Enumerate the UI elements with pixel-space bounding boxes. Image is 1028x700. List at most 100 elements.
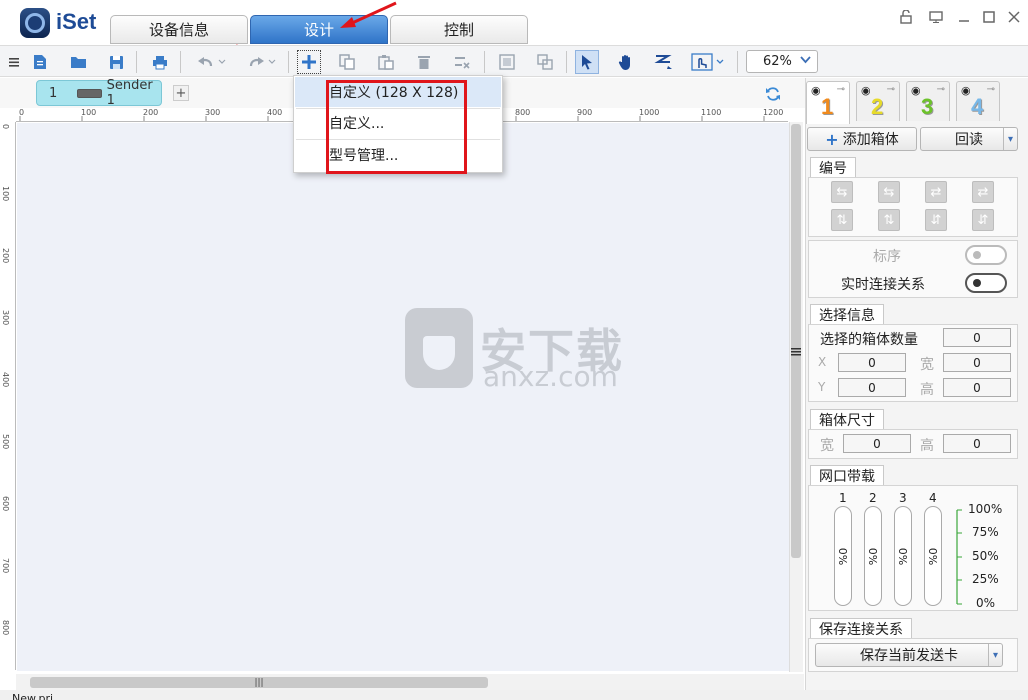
load-scale-axis — [956, 509, 962, 605]
new-file-icon[interactable] — [28, 50, 52, 74]
eye-icon[interactable]: ◉ — [961, 84, 971, 97]
ruler-label: 600 — [1, 496, 10, 512]
select-pointer-icon[interactable] — [575, 50, 599, 74]
add-box-button-label: 添加箱体 — [842, 132, 899, 148]
readback-button[interactable]: 回读 ▾ — [920, 127, 1018, 151]
section-selection-info: 选择信息 — [810, 304, 884, 324]
horizontal-scroll-thumb[interactable]: ||| — [30, 677, 488, 688]
numbering-pattern-icon[interactable]: ⇅ — [878, 209, 900, 231]
pin-icon[interactable]: ⊸ — [837, 84, 845, 95]
panel-tab-1[interactable]: ◉ ⊸ 1 — [806, 81, 850, 124]
panel-tab-2[interactable]: ◉ ⊸ 2 — [856, 81, 900, 121]
order-label: 标序 — [873, 249, 901, 265]
numbering-pattern-icon[interactable]: ⇆ — [831, 181, 853, 203]
undo-icon[interactable] — [194, 50, 230, 74]
section-port-bandwidth: 网口带载 — [810, 465, 884, 485]
panel-tab-4[interactable]: ◉ ⊸ 4 — [956, 81, 1000, 121]
sender-tab-label: Sender 1 — [106, 78, 153, 108]
save-sender-card-select[interactable]: 保存当前发送卡 ▾ — [815, 643, 1003, 667]
chevron-down-icon[interactable]: ▾ — [988, 644, 1002, 666]
readback-button-label: 回读 — [955, 132, 983, 148]
sender-card-icon — [77, 88, 102, 98]
menu-icon[interactable] — [2, 50, 26, 74]
monitor-icon[interactable] — [927, 8, 945, 26]
numbering-pattern-icon[interactable]: ⇆ — [878, 181, 900, 203]
scale-label: 100% — [968, 502, 1003, 516]
box-height-field[interactable]: 0 — [943, 434, 1011, 453]
app-logo-icon — [20, 8, 50, 38]
vertical-scroll-thumb[interactable] — [791, 124, 801, 558]
app-name: iSet — [56, 9, 97, 34]
numbering-pattern-icon[interactable]: ⇵ — [925, 209, 947, 231]
maximize-icon[interactable] — [980, 8, 998, 26]
minimize-icon[interactable] — [955, 8, 973, 26]
add-sender-tab-button[interactable]: + — [173, 85, 189, 101]
pin-icon[interactable]: ⊸ — [987, 84, 995, 95]
tab-control[interactable]: 控制 — [390, 15, 528, 44]
eye-icon[interactable]: ◉ — [861, 84, 871, 97]
live-connection-toggle[interactable] — [965, 273, 1007, 293]
numbering-pattern-icon[interactable]: ⇄ — [925, 181, 947, 203]
splitter-grip-icon[interactable] — [791, 345, 801, 356]
add-box-button[interactable]: + 添加箱体 — [807, 127, 917, 151]
print-icon[interactable] — [148, 50, 172, 74]
connect-line-icon[interactable] — [651, 50, 675, 74]
sender-tab[interactable]: 1 Sender 1 — [36, 78, 162, 108]
copy-icon[interactable] — [335, 50, 359, 74]
ruler-label: 200 — [143, 108, 159, 117]
design-canvas[interactable] — [17, 123, 789, 671]
ruler-label: 0 — [1, 124, 10, 130]
pin-icon[interactable]: ⊸ — [887, 84, 895, 95]
eye-icon[interactable]: ◉ — [911, 84, 921, 97]
box-height-label: 高 — [920, 438, 934, 454]
port-load-value: 0% — [896, 547, 910, 565]
save-sender-card-label: 保存当前发送卡 — [860, 648, 958, 664]
watermark-shield-icon — [405, 308, 473, 388]
numbering-pattern-icon[interactable]: ⇄ — [972, 181, 994, 203]
x-field[interactable]: 0 — [838, 353, 906, 372]
numbering-pattern-icon[interactable]: ⇵ — [972, 209, 994, 231]
ungroup-icon[interactable] — [533, 50, 557, 74]
zoom-select[interactable]: 62% — [746, 50, 818, 73]
numbering-pattern-icon[interactable]: ⇅ — [831, 209, 853, 231]
refresh-icon[interactable] — [764, 85, 782, 103]
open-folder-icon[interactable] — [66, 50, 90, 74]
sender-tab-number: 1 — [49, 85, 58, 101]
ruler-label: 100 — [81, 108, 97, 117]
y-label: Y — [818, 380, 826, 394]
ruler-label: 400 — [1, 372, 10, 388]
scale-label: 75% — [972, 525, 999, 539]
vertical-ruler: 0 100 200 300 400 500 600 700 800 — [0, 122, 16, 670]
height-field[interactable]: 0 — [943, 378, 1011, 397]
section-box-size: 箱体尺寸 — [810, 409, 884, 429]
ruler-label: 700 — [1, 558, 10, 574]
paste-icon[interactable] — [374, 50, 398, 74]
chevron-down-icon[interactable]: ▾ — [1003, 128, 1017, 150]
panel-tab-3[interactable]: ◉ ⊸ 3 — [906, 81, 950, 121]
selected-count-label: 选择的箱体数量 — [820, 332, 918, 348]
tab-device-info[interactable]: 设备信息 — [110, 15, 248, 44]
box-width-field[interactable]: 0 — [843, 434, 911, 453]
eye-icon[interactable]: ◉ — [811, 84, 821, 97]
zoom-value: 62% — [763, 54, 792, 69]
save-icon[interactable] — [104, 50, 128, 74]
group-icon[interactable] — [495, 50, 519, 74]
y-field[interactable]: 0 — [838, 378, 906, 397]
delete-icon[interactable] — [412, 50, 436, 74]
panel-tab-number: 1 — [821, 94, 834, 119]
clear-link-icon[interactable] — [450, 50, 474, 74]
ruler-label: 800 — [515, 108, 531, 117]
touch-mode-icon[interactable] — [690, 50, 728, 74]
ruler-label: 0 — [19, 108, 25, 117]
add-box-icon[interactable] — [297, 50, 321, 74]
chevron-down-icon — [800, 53, 811, 67]
width-field[interactable]: 0 — [943, 353, 1011, 372]
order-toggle[interactable] — [965, 245, 1007, 265]
section-numbering: 编号 — [810, 157, 856, 177]
redo-icon[interactable] — [244, 50, 280, 74]
annotation-arrow-tab — [340, 1, 397, 28]
lock-icon[interactable] — [897, 8, 915, 26]
pin-icon[interactable]: ⊸ — [937, 84, 945, 95]
close-icon[interactable] — [1005, 8, 1023, 26]
hand-pan-icon[interactable] — [614, 50, 638, 74]
